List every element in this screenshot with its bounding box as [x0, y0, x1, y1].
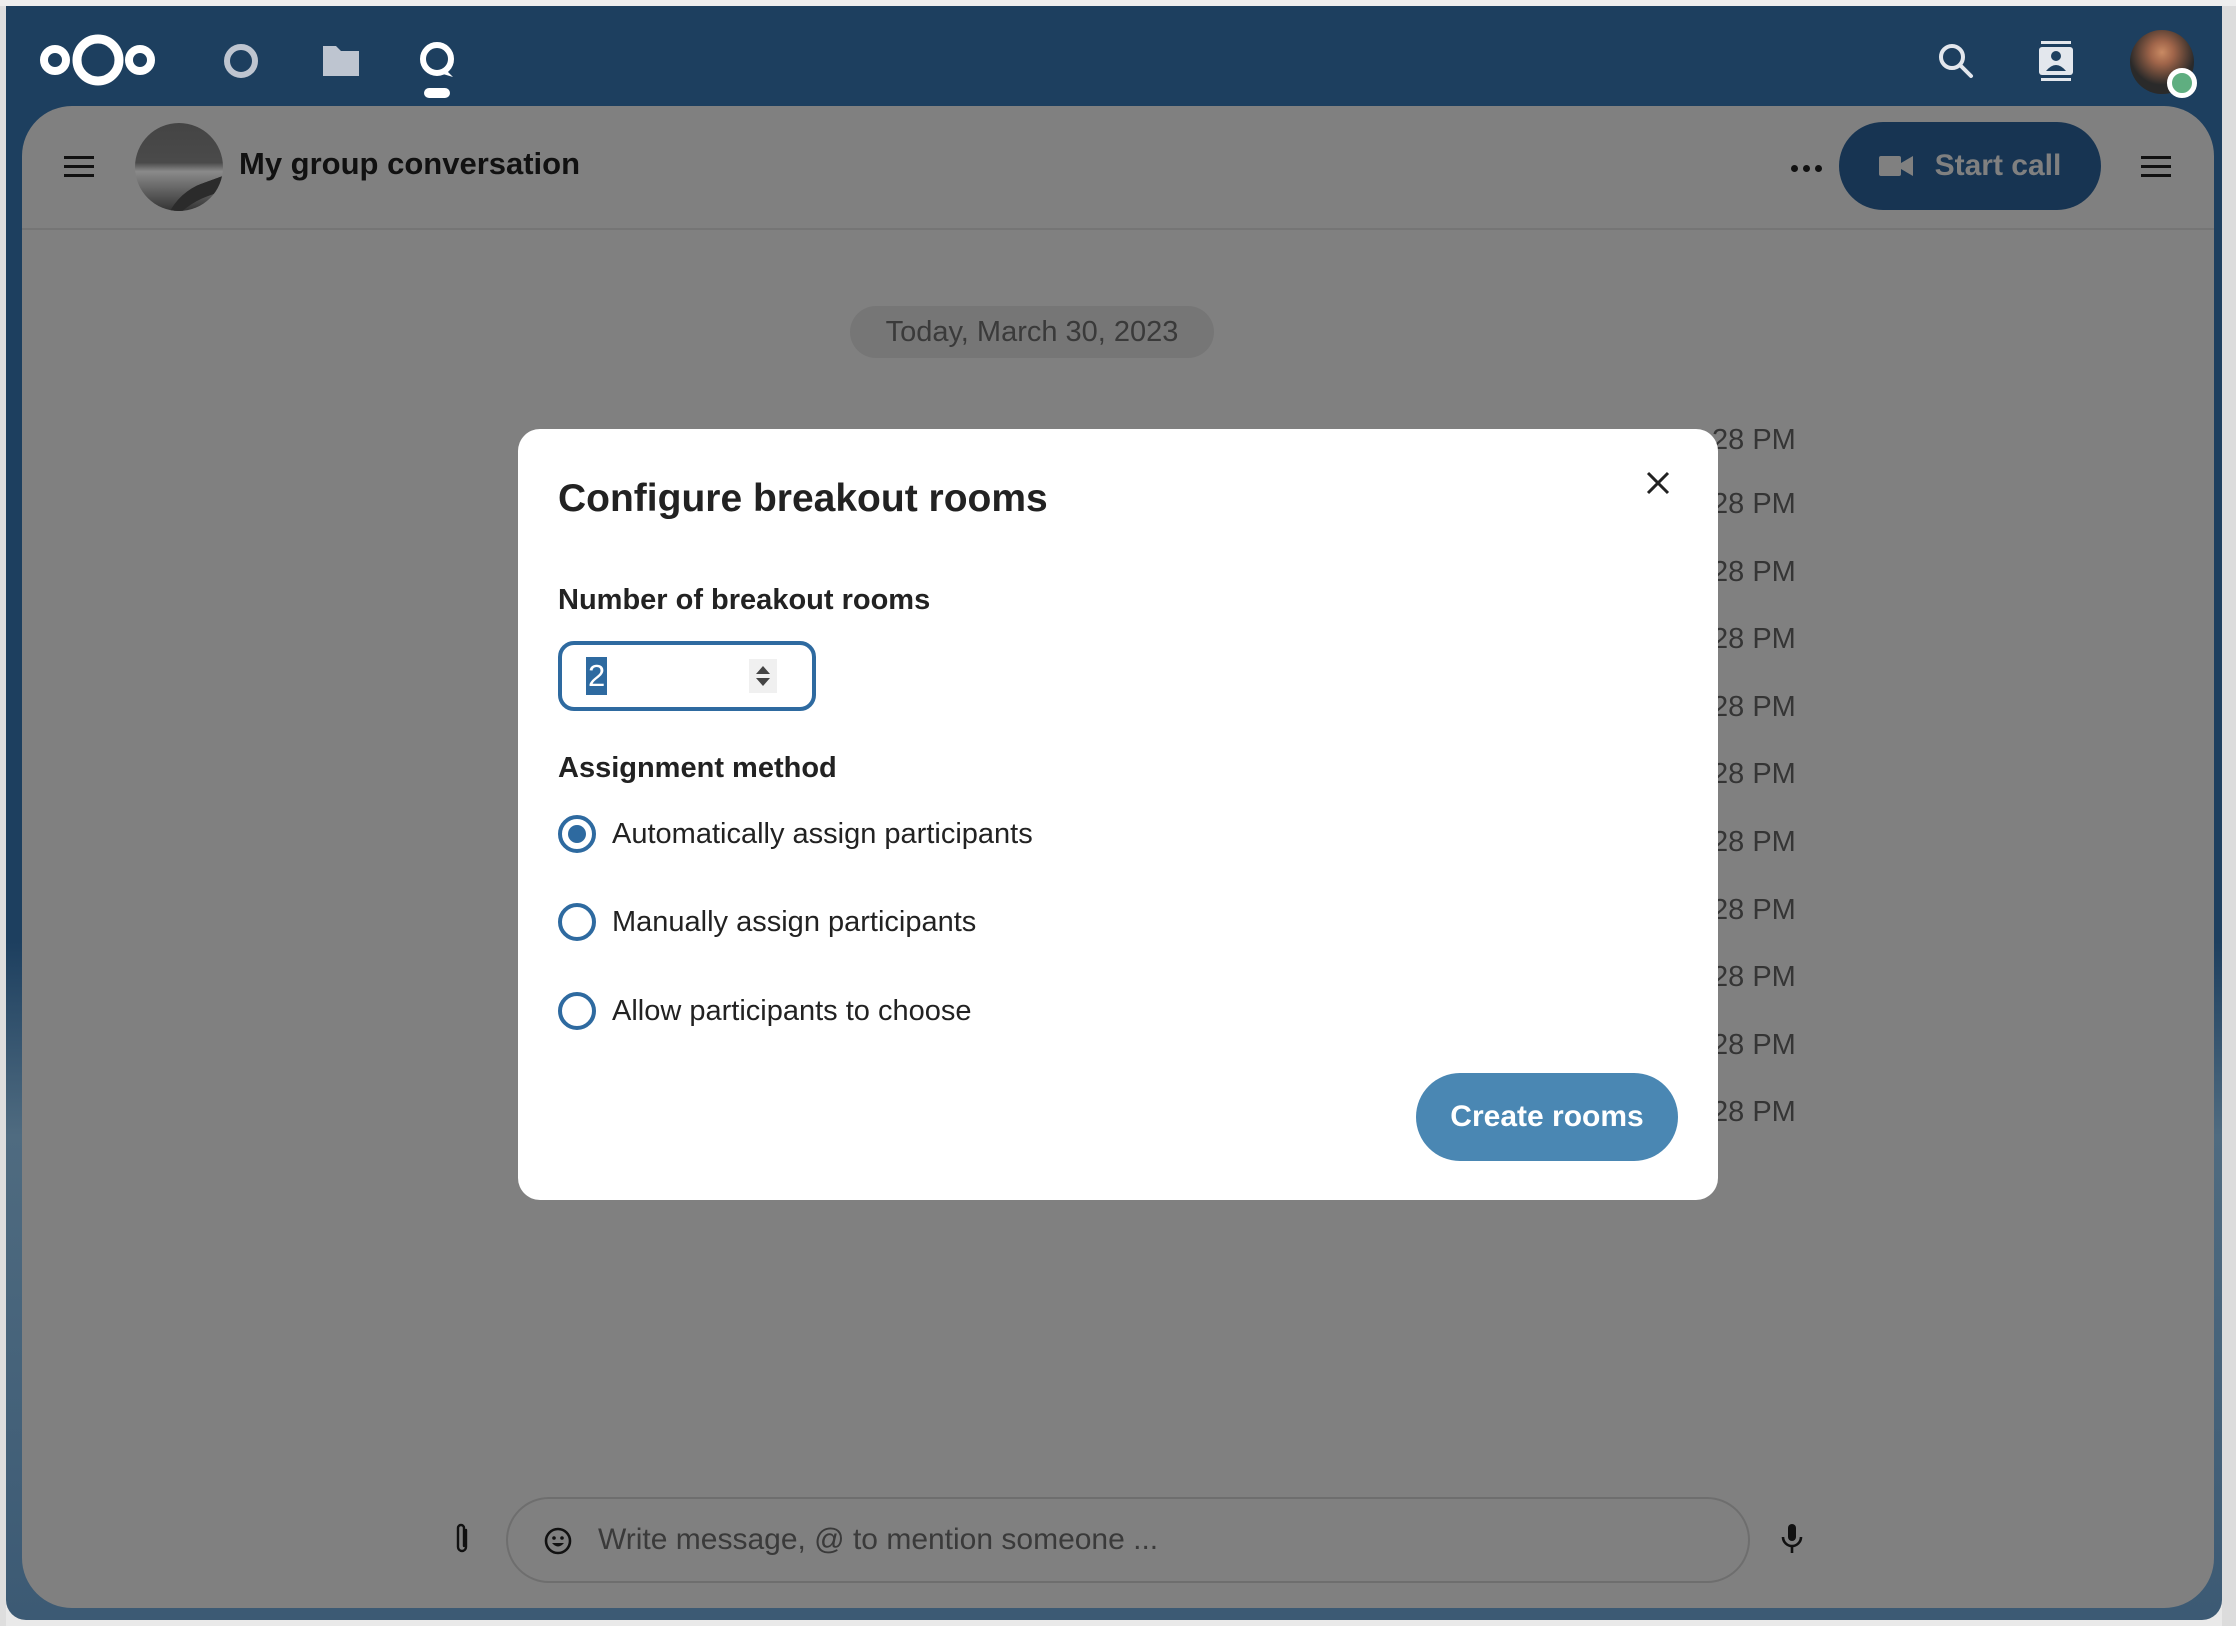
hamburger-line [2141, 164, 2171, 168]
files-app-icon[interactable] [316, 36, 366, 86]
hamburger-menu-icon [64, 155, 94, 159]
message-timestamp: 28 PM [1712, 556, 1796, 588]
radio-manual-assign[interactable]: Manually assign participants [558, 899, 976, 945]
window-right-edge [2222, 6, 2236, 1626]
sidebar-toggle-button[interactable] [2134, 144, 2178, 188]
online-status-indicator [2167, 68, 2197, 98]
dashboard-app-icon[interactable] [216, 36, 266, 86]
radio-label: Manually assign participants [612, 905, 977, 938]
avatar-image-detail [145, 162, 223, 211]
radio-automatic-assign[interactable]: Automatically assign participants [558, 811, 1033, 857]
message-composer[interactable]: Write message, @ to mention someone ... [506, 1497, 1750, 1583]
radio-participants-choose[interactable]: Allow participants to choose [558, 988, 971, 1034]
voice-message-button[interactable] [1770, 1512, 1814, 1566]
assignment-method-label: Assignment method [558, 752, 837, 784]
message-timestamp: 28 PM [1712, 623, 1796, 655]
message-timestamp: 28 PM [1712, 758, 1796, 790]
active-app-indicator [424, 88, 450, 98]
message-timestamp: 28 PM [1712, 691, 1796, 723]
ellipsis-dot [1814, 164, 1822, 172]
radio-button[interactable] [558, 903, 596, 941]
paperclip-icon [456, 1523, 468, 1553]
rooms-count-input[interactable]: 2 [558, 641, 816, 711]
emoji-picker-button[interactable] [536, 1519, 580, 1563]
top-navigation-bar [6, 6, 2222, 106]
rooms-count-label: Number of breakout rooms [558, 584, 931, 616]
start-call-button[interactable]: Start call [1839, 122, 2101, 210]
number-stepper[interactable] [749, 659, 777, 693]
more-actions-button[interactable] [1784, 148, 1828, 188]
close-icon [1646, 471, 1670, 495]
conversation-title[interactable]: My group conversation [239, 146, 580, 182]
navigation-toggle-button[interactable] [58, 144, 102, 188]
ellipsis-icon [1790, 164, 1798, 172]
microphone-icon [1781, 1524, 1803, 1553]
attachment-button[interactable] [440, 1514, 484, 1564]
close-button[interactable] [1636, 461, 1680, 505]
message-timestamp: 28 PM [1712, 826, 1796, 858]
search-icon[interactable] [1931, 36, 1981, 86]
rooms-count-value: 2 [586, 657, 608, 695]
talk-app-icon[interactable] [412, 36, 462, 86]
date-separator: Today, March 30, 2023 [850, 306, 1214, 358]
message-timestamp: 28 PM [1712, 1096, 1796, 1128]
start-call-label: Start call [1934, 149, 2062, 182]
hamburger-line [64, 164, 94, 168]
message-timestamp: 28 PM [1712, 894, 1796, 926]
decrement-arrow-icon[interactable] [756, 678, 770, 686]
conversation-header: My group conversation Start call [22, 106, 2214, 230]
video-camera-icon [1878, 156, 1913, 176]
hamburger-line [2141, 173, 2171, 177]
radio-button-selected[interactable] [558, 815, 596, 853]
dialog-title: Configure breakout rooms [558, 477, 1048, 520]
message-timestamp: 28 PM [1712, 961, 1796, 993]
hamburger-line [64, 173, 94, 177]
radio-button[interactable] [558, 992, 596, 1030]
message-input[interactable]: Write message, @ to mention someone ... [598, 1515, 1698, 1565]
nextcloud-logo[interactable] [36, 30, 166, 90]
conversation-avatar[interactable] [135, 123, 223, 211]
message-timestamp: 28 PM [1712, 488, 1796, 520]
message-timestamp: 28 PM [1712, 424, 1796, 456]
message-timestamp: 28 PM [1712, 1029, 1796, 1061]
hamburger-menu-icon [2141, 155, 2171, 159]
ellipsis-dot [1802, 164, 1810, 172]
radio-label: Allow participants to choose [612, 994, 972, 1027]
radio-selected-dot [568, 825, 586, 843]
create-rooms-button[interactable]: Create rooms [1416, 1073, 1678, 1161]
contacts-icon[interactable] [2031, 36, 2081, 86]
smiley-icon [544, 1527, 572, 1555]
increment-arrow-icon[interactable] [756, 666, 770, 674]
radio-label: Automatically assign participants [612, 817, 1033, 850]
breakout-rooms-dialog: Configure breakout rooms Number of break… [518, 429, 1718, 1200]
